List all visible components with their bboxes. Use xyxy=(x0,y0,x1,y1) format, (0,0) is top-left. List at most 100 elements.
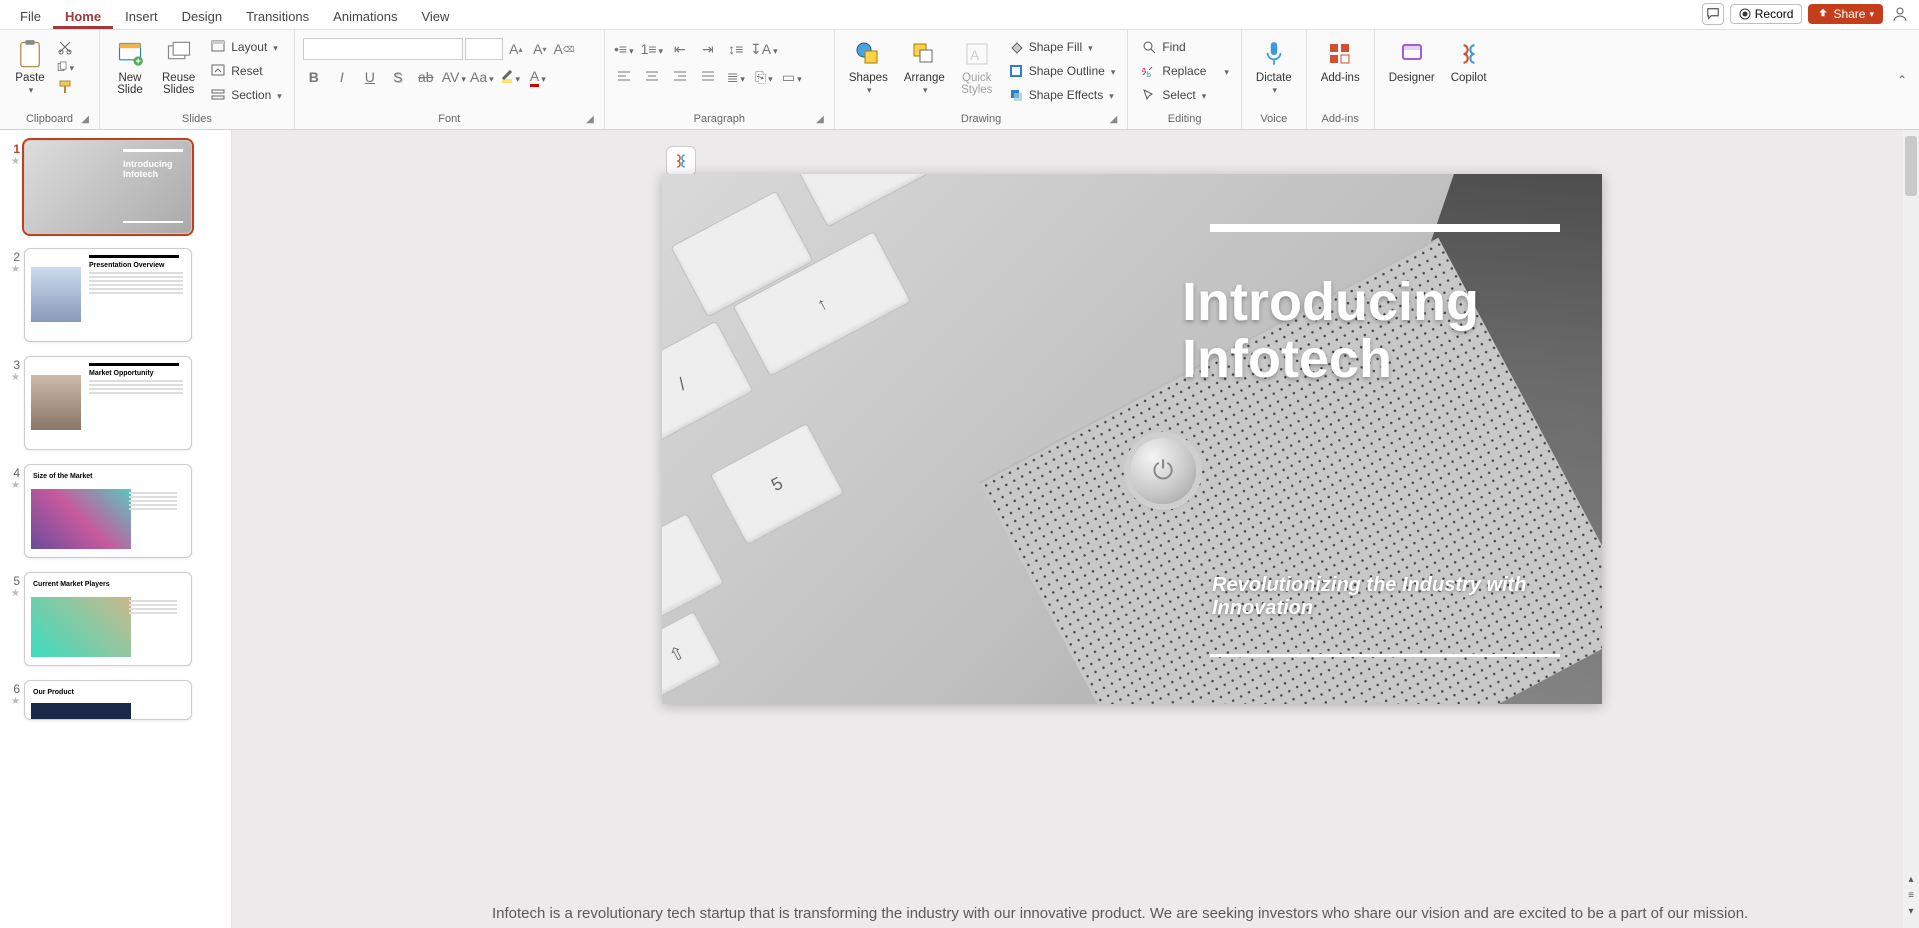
group-addins-label: Add-ins xyxy=(1315,111,1366,127)
group-voice-label: Voice xyxy=(1250,111,1298,127)
tab-animations[interactable]: Animations xyxy=(321,3,409,29)
copy-icon[interactable] xyxy=(56,58,74,76)
paste-label: Paste xyxy=(15,72,44,84)
shape-fill-icon xyxy=(1007,38,1025,56)
slide-title[interactable]: Introducing Infotech xyxy=(1182,274,1542,387)
paragraph-launcher-icon[interactable]: ◢ xyxy=(816,114,824,125)
slide-thumbnail-6[interactable]: Our Product xyxy=(24,680,192,720)
tab-transitions[interactable]: Transitions xyxy=(234,3,321,29)
collapse-ribbon-icon[interactable]: ⌃ xyxy=(1885,73,1919,87)
reset-icon xyxy=(209,62,227,80)
decrease-indent-icon[interactable]: ⇤ xyxy=(669,38,691,60)
slide-thumbnail-4[interactable]: Size of the Market xyxy=(24,464,192,558)
replace-button[interactable]: abReplace xyxy=(1136,60,1233,82)
justify-icon[interactable] xyxy=(697,66,719,88)
change-case-icon[interactable]: Aa xyxy=(471,66,493,88)
bold-icon[interactable]: B xyxy=(303,66,325,88)
tab-file[interactable]: File xyxy=(8,3,53,29)
highlight-icon[interactable] xyxy=(499,66,521,88)
character-spacing-icon[interactable]: AV xyxy=(443,66,465,88)
underline-icon[interactable]: U xyxy=(359,66,381,88)
slide[interactable]: ← / ↑ 5 ⇧ ⏻ Introducing Infotech Revolut… xyxy=(662,174,1602,704)
smartart-icon[interactable]: ▭ xyxy=(781,66,803,88)
increase-font-icon[interactable]: A▴ xyxy=(505,38,527,60)
new-slide-button[interactable]: New Slide xyxy=(108,34,152,100)
clear-formatting-icon[interactable]: A⌫ xyxy=(553,38,575,60)
ribbon-tabs: File Home Insert Design Transitions Anim… xyxy=(0,0,1919,30)
select-label: Select xyxy=(1162,88,1195,102)
text-direction-icon[interactable]: ↧A xyxy=(753,38,775,60)
group-clipboard-label: Clipboard xyxy=(26,113,73,125)
clipboard-launcher-icon[interactable]: ◢ xyxy=(81,114,89,125)
slide-thumbnail-5[interactable]: Current Market Players xyxy=(24,572,192,666)
tab-insert[interactable]: Insert xyxy=(113,3,170,29)
shape-fill-button[interactable]: Shape Fill xyxy=(1003,36,1120,58)
speaker-notes[interactable]: Infotech is a revolutionary tech startup… xyxy=(492,905,1895,922)
text-shadow-icon[interactable]: S xyxy=(387,66,409,88)
slide-canvas-area[interactable]: ← / ↑ 5 ⇧ ⏻ Introducing Infotech Revolut… xyxy=(232,130,1919,928)
drawing-launcher-icon[interactable]: ◢ xyxy=(1110,114,1118,125)
find-icon xyxy=(1140,38,1158,56)
tab-home[interactable]: Home xyxy=(53,3,113,29)
align-text-icon[interactable]: ⎘ xyxy=(753,66,775,88)
shape-outline-button[interactable]: Shape Outline xyxy=(1003,60,1120,82)
columns-icon[interactable]: ≣ xyxy=(725,66,747,88)
slide-nav-icon[interactable]: ≡ xyxy=(1905,888,1917,902)
copilot-button[interactable]: Copilot xyxy=(1445,34,1493,88)
reuse-slides-button[interactable]: Reuse Slides xyxy=(156,34,201,100)
numbering-icon[interactable]: 1≡ xyxy=(641,38,663,60)
font-launcher-icon[interactable]: ◢ xyxy=(586,114,594,125)
shape-effects-button[interactable]: Shape Effects xyxy=(1003,84,1120,106)
shape-outline-icon xyxy=(1007,62,1025,80)
designer-icon xyxy=(1396,38,1428,70)
reset-button[interactable]: Reset xyxy=(205,60,286,82)
dictate-button[interactable]: Dictate xyxy=(1250,34,1298,100)
tab-view[interactable]: View xyxy=(409,3,461,29)
find-button[interactable]: Find xyxy=(1136,36,1233,58)
designer-suggestion-icon[interactable] xyxy=(666,146,696,176)
align-right-icon[interactable] xyxy=(669,66,691,88)
next-slide-icon[interactable]: ▾ xyxy=(1905,904,1917,918)
reset-label: Reset xyxy=(231,64,262,78)
user-account-icon[interactable] xyxy=(1889,3,1911,25)
section-button[interactable]: Section xyxy=(205,84,286,106)
line-spacing-icon[interactable]: ↕≡ xyxy=(725,38,747,60)
share-button[interactable]: Share ▾ xyxy=(1808,4,1883,24)
comments-icon[interactable] xyxy=(1702,3,1724,25)
animation-star-icon: ★ xyxy=(2,480,20,491)
font-name-input[interactable] xyxy=(303,38,463,60)
designer-button[interactable]: Designer xyxy=(1383,34,1441,88)
thumb-title: Size of the Market xyxy=(33,473,183,480)
slide-thumbnail-2[interactable]: Presentation Overview xyxy=(24,248,192,342)
prev-slide-icon[interactable]: ▴ xyxy=(1905,872,1917,886)
tab-design[interactable]: Design xyxy=(170,3,234,29)
decrease-font-icon[interactable]: A▾ xyxy=(529,38,551,60)
slide-subtitle[interactable]: Revolutionizing the Industry with Innova… xyxy=(1212,574,1562,620)
thumb-number: 1 xyxy=(2,140,20,156)
bullets-icon[interactable]: •≡ xyxy=(613,38,635,60)
addins-label: Add-ins xyxy=(1321,72,1360,84)
shapes-button[interactable]: Shapes xyxy=(843,34,894,100)
slide-thumbnails-panel[interactable]: 1★ Introducing Infotech 2★ Presentation … xyxy=(0,130,232,928)
animation-star-icon: ★ xyxy=(2,156,20,167)
arrange-button[interactable]: Arrange xyxy=(898,34,951,100)
strikethrough-icon[interactable]: ab xyxy=(415,66,437,88)
format-painter-icon[interactable] xyxy=(56,78,74,96)
scrollbar-thumb[interactable] xyxy=(1905,136,1917,196)
slide-thumbnail-1[interactable]: Introducing Infotech xyxy=(24,140,192,234)
record-button[interactable]: Record xyxy=(1730,4,1803,24)
align-center-icon[interactable] xyxy=(641,66,663,88)
italic-icon[interactable]: I xyxy=(331,66,353,88)
slide-thumbnail-3[interactable]: Market Opportunity xyxy=(24,356,192,450)
select-button[interactable]: Select xyxy=(1136,84,1233,106)
addins-button[interactable]: Add-ins xyxy=(1315,34,1366,88)
vertical-scrollbar[interactable]: ▴ ≡ ▾ xyxy=(1903,130,1919,928)
cut-icon[interactable] xyxy=(56,38,74,56)
group-drawing-label: Drawing xyxy=(961,113,1001,125)
layout-button[interactable]: Layout xyxy=(205,36,286,58)
paste-button[interactable]: Paste xyxy=(8,34,52,100)
align-left-icon[interactable] xyxy=(613,66,635,88)
font-size-input[interactable] xyxy=(465,38,503,60)
font-color-icon[interactable]: A xyxy=(527,66,549,88)
increase-indent-icon[interactable]: ⇥ xyxy=(697,38,719,60)
